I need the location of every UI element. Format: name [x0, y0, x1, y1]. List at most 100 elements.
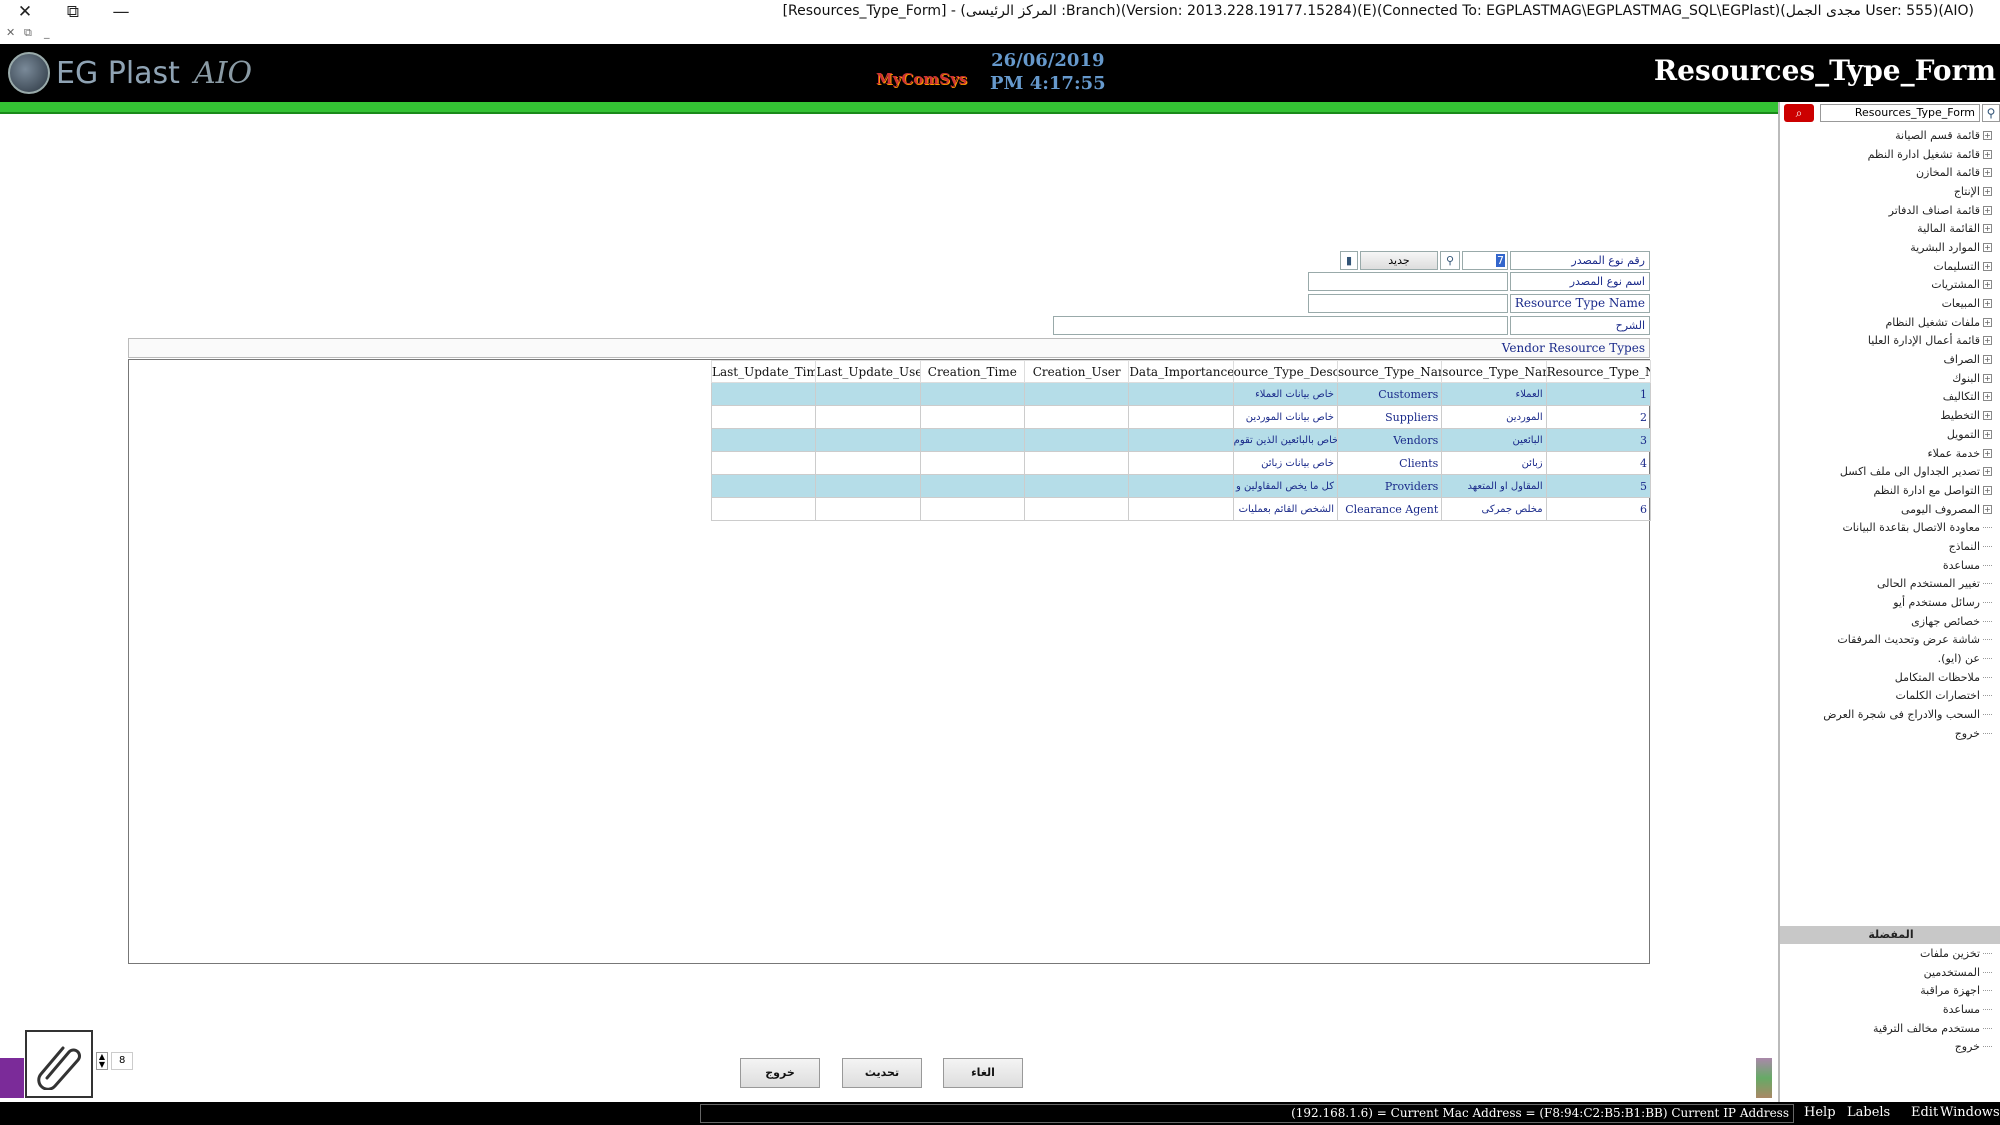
grid-column-header[interactable]: Last_Update_Time: [710, 360, 817, 383]
tree-item[interactable]: + قائمة تشغيل ادارة النظم: [1792, 145, 1992, 164]
grid-cell-empty[interactable]: [815, 474, 921, 498]
table-row[interactable]: خاص بيانات العملاء Customers العملاء 1: [710, 382, 1652, 406]
tree-item[interactable]: + خدمة عملاء: [1792, 444, 1992, 463]
grid-cell-empty[interactable]: [919, 497, 1025, 521]
tree-item[interactable]: خروج: [1792, 724, 1992, 743]
menu-search-input[interactable]: Resources_Type_Form: [1820, 104, 1980, 122]
grid-cell-empty[interactable]: [919, 451, 1025, 475]
description-input[interactable]: [1053, 316, 1508, 335]
grid-column-header[interactable]: Resource_Type_No: [1545, 360, 1652, 383]
close-icon[interactable]: ✕: [10, 0, 40, 24]
tree-item[interactable]: + قائمة المخازن: [1792, 163, 1992, 182]
side-tab-widget[interactable]: [0, 1058, 24, 1098]
grid-cell-empty[interactable]: [815, 451, 921, 475]
grid-cell-name_ar[interactable]: البائعين: [1441, 428, 1547, 452]
tree-item[interactable]: تغيير المستخدم الحالى: [1792, 575, 1992, 594]
grid-cell-name_en[interactable]: Customers: [1336, 382, 1443, 406]
grid-cell-empty[interactable]: [1023, 428, 1130, 452]
expand-icon[interactable]: +: [1983, 448, 1992, 458]
grid-cell-empty[interactable]: [919, 474, 1025, 498]
record-nav-icon[interactable]: ▮: [1340, 251, 1358, 270]
grid-cell-name_ar[interactable]: مخلص جمركى: [1441, 497, 1547, 521]
menu-windows[interactable]: Windows: [1940, 1105, 2000, 1120]
grid-cell-name_en[interactable]: Providers: [1336, 474, 1443, 498]
grid-column-header[interactable]: Data_Importance: [1128, 360, 1234, 383]
grid-cell-empty[interactable]: [710, 382, 817, 406]
status-widget-icon[interactable]: [1756, 1058, 1772, 1098]
grid-cell-empty[interactable]: [815, 382, 921, 406]
grid-cell-name_en[interactable]: Vendors: [1336, 428, 1443, 452]
tree-item[interactable]: + التمويل: [1792, 425, 1992, 444]
grid-cell-name_en[interactable]: Clearance Agent: [1336, 497, 1443, 521]
grid-cell-name_ar[interactable]: زبائن: [1441, 451, 1547, 475]
grid-column-header[interactable]: ource_Type_Descrip: [1232, 360, 1338, 383]
tree-item[interactable]: + الصراف: [1792, 350, 1992, 369]
tree-item[interactable]: + المشتريات: [1792, 276, 1992, 295]
expand-icon[interactable]: +: [1983, 467, 1992, 477]
expand-icon[interactable]: +: [1983, 242, 1992, 252]
search-button[interactable]: ⌕: [1784, 104, 1814, 122]
expand-icon[interactable]: +: [1983, 504, 1992, 514]
grid-column-header[interactable]: source_Type_Name_: [1441, 360, 1547, 383]
grid-cell-desc[interactable]: كل ما يخص المقاولين و: [1232, 474, 1338, 498]
expand-icon[interactable]: +: [1983, 261, 1992, 271]
attachment-clip-icon[interactable]: [25, 1030, 93, 1098]
tree-item[interactable]: + التواصل مع ادارة النظم: [1792, 481, 1992, 500]
expand-icon[interactable]: +: [1983, 429, 1992, 439]
table-row[interactable]: كل ما يخص المقاولين و Providers المقاول او…: [710, 474, 1652, 498]
grid-cell-empty[interactable]: [1128, 497, 1234, 521]
minimize-icon[interactable]: —: [106, 0, 136, 24]
expand-icon[interactable]: +: [1983, 355, 1992, 365]
grid-cell-empty[interactable]: [1128, 405, 1234, 429]
expand-icon[interactable]: +: [1983, 373, 1992, 383]
tree-item[interactable]: + التكاليف: [1792, 388, 1992, 407]
favorite-item[interactable]: خروج: [1792, 1037, 1992, 1056]
tree-item[interactable]: معاودة الاتصال بقاعدة البيانات: [1792, 518, 1992, 537]
grid-cell-empty[interactable]: [815, 405, 921, 429]
grid-column-header[interactable]: source_Type_Name_: [1336, 360, 1443, 383]
grid-cell-no[interactable]: 1: [1545, 382, 1652, 406]
search-icon[interactable]: ⚲: [1982, 104, 2000, 122]
mdi-minimize-icon[interactable]: _: [44, 26, 50, 39]
grid-cell-desc[interactable]: خاص بيانات الموردين: [1232, 405, 1338, 429]
grid-cell-empty[interactable]: [710, 428, 817, 452]
grid-cell-empty[interactable]: [1023, 405, 1130, 429]
menu-edit[interactable]: Edit: [1911, 1105, 1938, 1120]
grid-cell-empty[interactable]: [815, 497, 921, 521]
cancel-button[interactable]: الغاء: [943, 1058, 1023, 1088]
grid-cell-name_ar[interactable]: العملاء: [1441, 382, 1547, 406]
expand-icon[interactable]: +: [1983, 168, 1992, 178]
tree-item[interactable]: السحب والادراج فى شجرة العرض: [1792, 705, 1992, 724]
spinner-arrows-icon[interactable]: ▲ ▼: [96, 1052, 108, 1070]
tree-item[interactable]: شاشة عرض وتحديث المرفقات: [1792, 631, 1992, 650]
grid-cell-empty[interactable]: [919, 405, 1025, 429]
expand-icon[interactable]: +: [1983, 392, 1992, 402]
restore-icon[interactable]: ⧉: [58, 0, 88, 24]
expand-icon[interactable]: +: [1983, 411, 1992, 421]
mdi-close-icon[interactable]: ✕: [6, 26, 15, 39]
favorite-item[interactable]: اجهزة مراقبة: [1792, 981, 1992, 1000]
lookup-search-icon[interactable]: ⚲: [1440, 251, 1460, 270]
grid-cell-name_en[interactable]: Suppliers: [1336, 405, 1443, 429]
favorite-item[interactable]: مستخدم مخالف الترقية: [1792, 1019, 1992, 1038]
expand-icon[interactable]: +: [1983, 299, 1992, 309]
tree-item[interactable]: + قائمة قسم الصيانة: [1792, 126, 1992, 145]
grid-cell-empty[interactable]: [710, 451, 817, 475]
data-grid[interactable]: Last_Update_Time Last_Update_User Creation…: [128, 359, 1652, 964]
grid-cell-empty[interactable]: [1023, 451, 1130, 475]
tree-item[interactable]: + المبيعات: [1792, 294, 1992, 313]
grid-cell-empty[interactable]: [919, 382, 1025, 406]
grid-cell-no[interactable]: 5: [1545, 474, 1652, 498]
tree-item[interactable]: + التسليمات: [1792, 257, 1992, 276]
grid-cell-empty[interactable]: [1023, 497, 1130, 521]
tree-item[interactable]: + التخطيط: [1792, 406, 1992, 425]
grid-cell-empty[interactable]: [815, 428, 921, 452]
grid-column-header[interactable]: Creation_Time: [919, 360, 1025, 383]
grid-cell-empty[interactable]: [710, 497, 817, 521]
expand-icon[interactable]: +: [1983, 186, 1992, 196]
expand-icon[interactable]: +: [1983, 149, 1992, 159]
grid-cell-name_en[interactable]: Clients: [1336, 451, 1443, 475]
tree-item[interactable]: رسائل مستخدم أيو: [1792, 593, 1992, 612]
tree-item[interactable]: + القائمة المالية: [1792, 219, 1992, 238]
expand-icon[interactable]: +: [1983, 280, 1992, 290]
